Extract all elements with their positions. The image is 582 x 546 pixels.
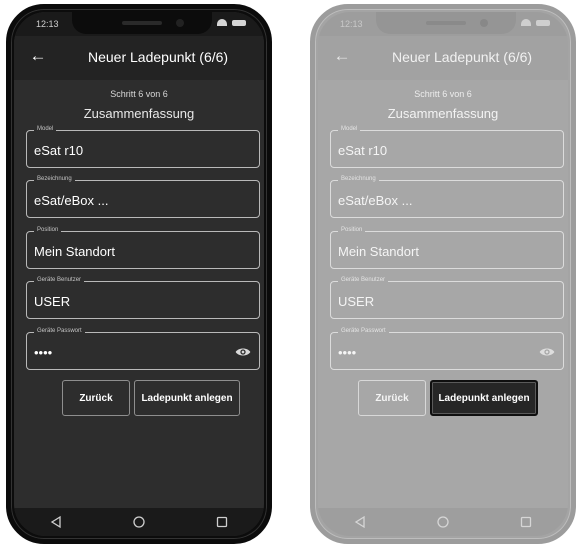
camera-icon <box>176 19 184 27</box>
status-bar: 12:13 <box>14 12 264 36</box>
position-field[interactable]: Position Mein Standort <box>330 227 564 269</box>
back-button[interactable]: Zurück <box>62 380 130 416</box>
field-label: Geräte Passwort <box>34 328 85 334</box>
field-value: •••• <box>34 345 53 360</box>
screen: 12:13 ← Neuer Ladepunkt (6/6) Schritt 6 … <box>14 12 264 536</box>
system-nav-bar <box>14 508 264 536</box>
field-value: Mein Standort <box>34 244 115 259</box>
user-field[interactable]: Geräte Benutzer USER <box>26 277 260 319</box>
eye-icon[interactable] <box>235 344 251 360</box>
position-field[interactable]: Position Mein Standort <box>26 227 260 269</box>
field-value: Mein Standort <box>338 244 419 259</box>
field-label: Model <box>338 126 361 132</box>
notch <box>376 12 516 34</box>
app-bar: ← Neuer Ladepunkt (6/6) <box>14 36 264 80</box>
step-indicator: Schritt 6 von 6 <box>110 89 168 99</box>
model-field[interactable]: Model eSat r10 <box>330 126 564 168</box>
field-label: Model <box>34 126 57 132</box>
square-recent-icon[interactable] <box>215 515 229 529</box>
field-value: •••• <box>338 345 357 360</box>
wifi-icon <box>521 19 531 26</box>
field-label: Position <box>338 227 366 233</box>
field-label: Geräte Passwort <box>338 328 389 334</box>
battery-icon <box>232 19 246 26</box>
field-value: USER <box>338 294 375 309</box>
user-field[interactable]: Geräte Benutzer USER <box>330 277 564 319</box>
field-value: eSat r10 <box>338 143 388 158</box>
notch <box>72 12 212 34</box>
status-time: 12:13 <box>36 19 59 29</box>
square-recent-icon[interactable] <box>519 515 533 529</box>
password-field[interactable]: Geräte Passwort •••• <box>26 328 260 370</box>
field-value: eSat/eBox ... <box>34 193 109 208</box>
triangle-back-icon[interactable] <box>353 515 367 529</box>
field-value: eSat/eBox ... <box>338 193 413 208</box>
system-nav-bar <box>318 508 568 536</box>
battery-icon <box>536 19 550 26</box>
field-label: Position <box>34 227 62 233</box>
create-charge-point-button[interactable]: Ladepunkt anlegen <box>430 380 538 416</box>
page-title: Neuer Ladepunkt (6/6) <box>88 49 229 65</box>
section-title: Zusammenfassung <box>387 106 499 121</box>
arrow-left-icon[interactable]: ← <box>332 46 352 66</box>
status-bar: 12:13 <box>318 12 568 36</box>
field-value: USER <box>34 294 71 309</box>
field-label: Geräte Benutzer <box>34 277 85 283</box>
bezeichnung-field[interactable]: Bezeichnung eSat/eBox ... <box>330 176 564 218</box>
field-label: Geräte Benutzer <box>338 277 389 283</box>
circle-home-icon[interactable] <box>436 515 450 529</box>
camera-icon <box>480 19 488 27</box>
create-charge-point-button[interactable]: Ladepunkt anlegen <box>134 380 240 416</box>
model-field[interactable]: Model eSat r10 <box>26 126 260 168</box>
app-bar: ← Neuer Ladepunkt (6/6) <box>318 36 568 80</box>
status-time: 12:13 <box>340 19 363 29</box>
password-field[interactable]: Geräte Passwort •••• <box>330 328 564 370</box>
field-label: Bezeichnung <box>338 176 379 182</box>
field-label: Bezeichnung <box>34 176 75 182</box>
eye-icon[interactable] <box>539 344 555 360</box>
section-title: Zusammenfassung <box>83 106 195 121</box>
circle-home-icon[interactable] <box>132 515 146 529</box>
screen: 12:13 ← Neuer Ladepunkt (6/6) Schritt 6 … <box>318 12 568 536</box>
triangle-back-icon[interactable] <box>49 515 63 529</box>
field-value: eSat r10 <box>34 143 84 158</box>
page-title: Neuer Ladepunkt (6/6) <box>392 49 533 65</box>
bezeichnung-field[interactable]: Bezeichnung eSat/eBox ... <box>26 176 260 218</box>
phone-dark: 12:13 ← Neuer Ladepunkt (6/6) Schritt 6 … <box>6 4 272 544</box>
step-indicator: Schritt 6 von 6 <box>414 89 472 99</box>
arrow-left-icon[interactable]: ← <box>28 46 48 66</box>
back-button[interactable]: Zurück <box>358 380 426 416</box>
phone-light: 12:13 ← Neuer Ladepunkt (6/6) Schritt 6 … <box>310 4 576 544</box>
wifi-icon <box>217 19 227 26</box>
